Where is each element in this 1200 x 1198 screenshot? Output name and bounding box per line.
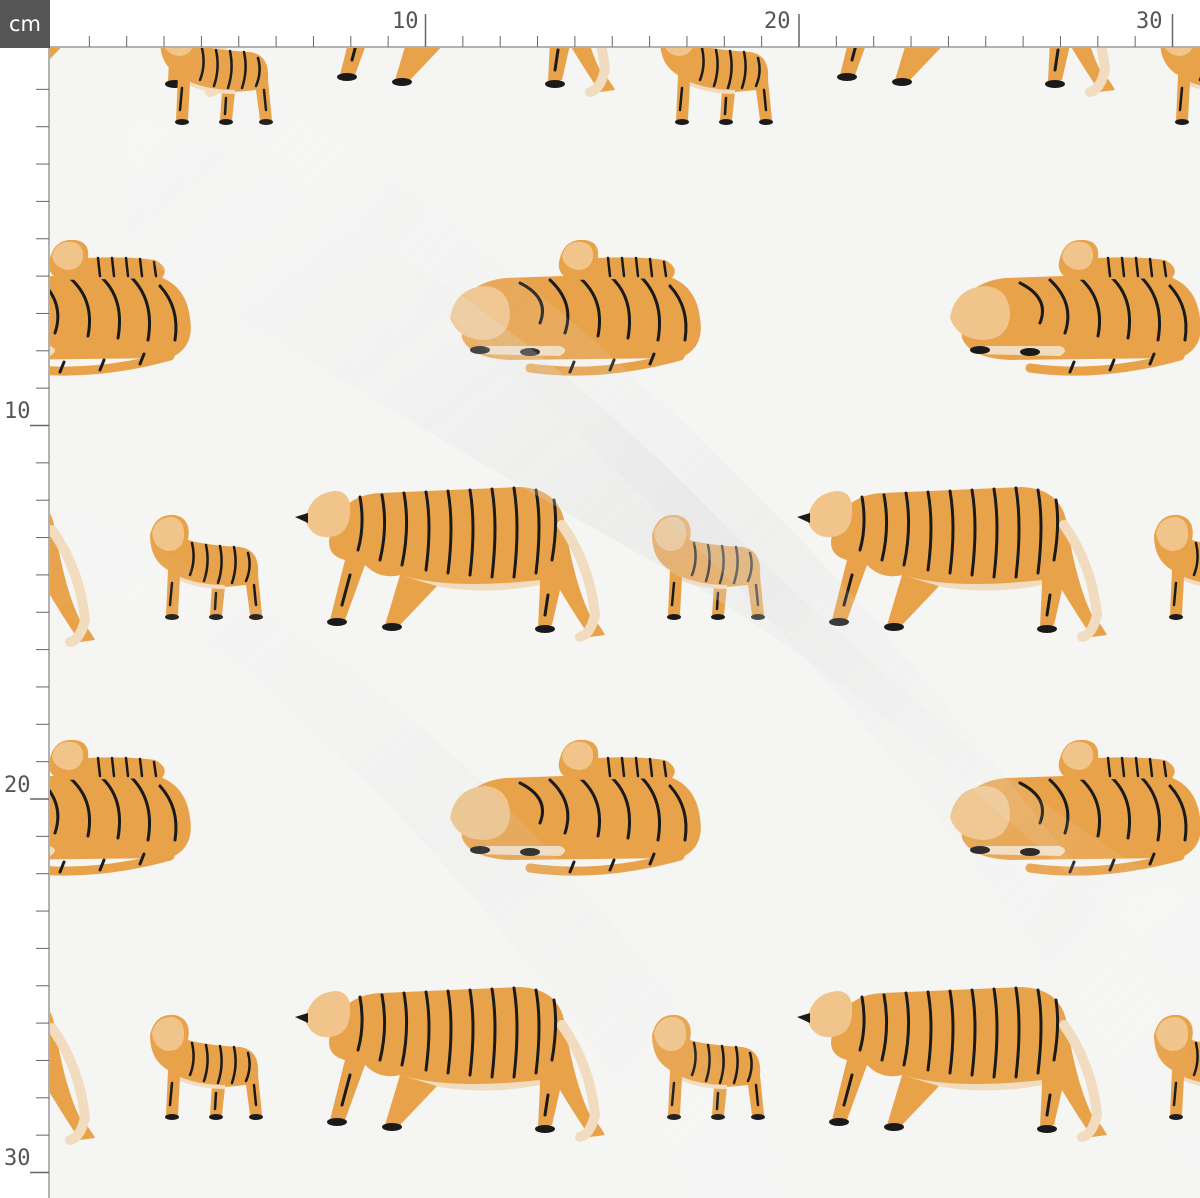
left-ruler: 10 20 30 [0, 48, 50, 1198]
left-ruler-ticks [30, 88, 49, 1174]
left-ruler-label-10: 10 [4, 399, 31, 424]
tiger-pattern [50, 48, 1200, 1198]
top-ruler-label-10: 10 [392, 9, 419, 34]
left-ruler-label-20: 20 [4, 773, 31, 798]
unit-label: cm [0, 0, 50, 48]
fabric-swatch [50, 48, 1200, 1198]
top-ruler: 10 20 30 [50, 0, 1200, 48]
top-ruler-ticks [88, 14, 1174, 47]
top-ruler-label-20: 20 [764, 9, 791, 34]
left-ruler-label-30: 30 [4, 1146, 31, 1171]
top-ruler-label-30: 30 [1136, 9, 1163, 34]
